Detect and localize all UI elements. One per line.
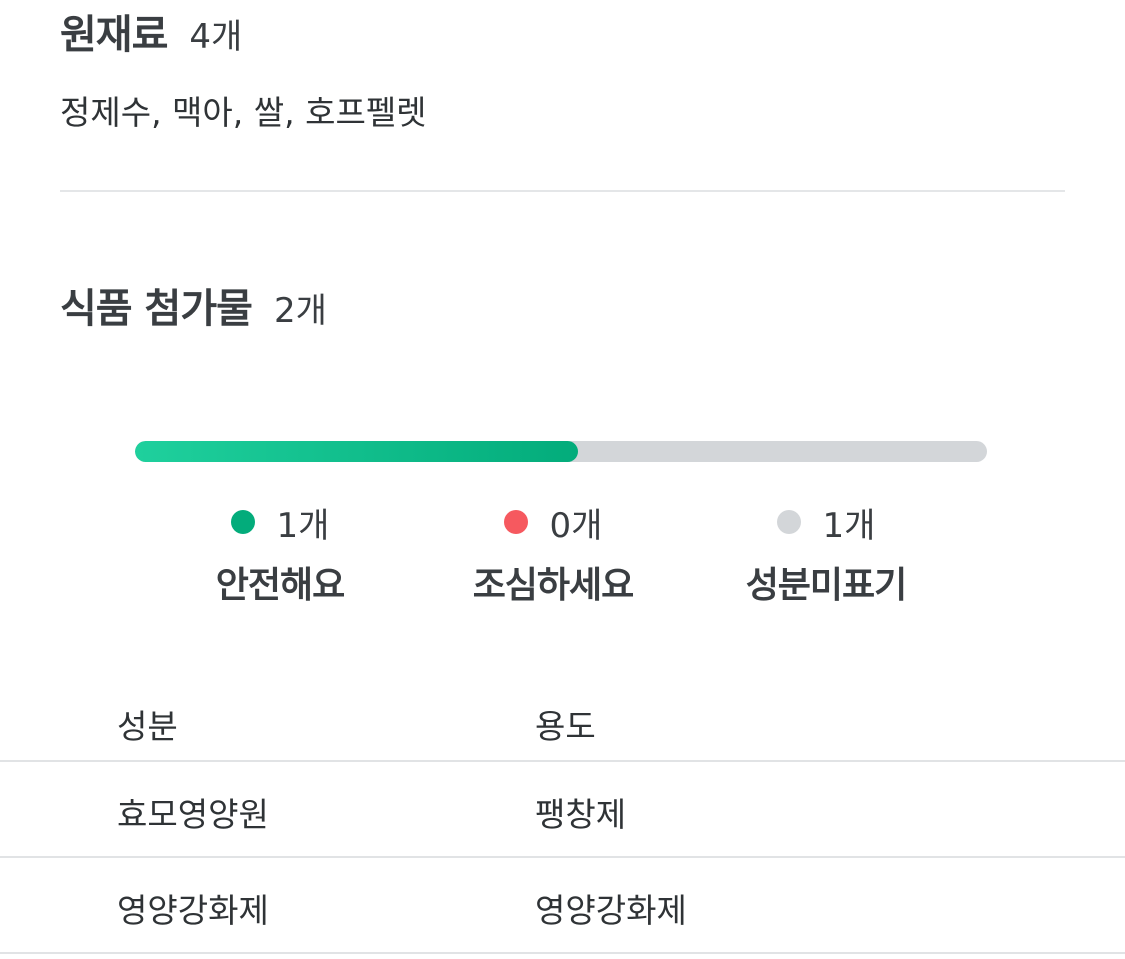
additives-count: 2개 xyxy=(273,291,327,331)
ingredient-name: 영양강화제 xyxy=(117,891,269,930)
legend-safe: 1개 안전해요 xyxy=(160,500,400,608)
ingredients-header: 원재료 4개 xyxy=(60,2,242,60)
caution-dot-icon xyxy=(503,510,528,534)
legend-unknown: 1개 성분미표기 xyxy=(706,500,946,608)
table-header-row: 성분 용도 xyxy=(0,690,1125,762)
ingredient-usage: 영양강화제 xyxy=(535,891,687,930)
safe-dot-icon xyxy=(230,510,255,534)
safe-count: 1개 xyxy=(276,505,330,546)
ingredients-count: 4개 xyxy=(189,17,243,57)
column-header-ingredient: 성분 xyxy=(117,707,178,746)
ingredients-title: 원재료 xyxy=(60,12,168,58)
legend-caution: 0개 조심하세요 xyxy=(433,500,673,608)
table-row[interactable]: 효모영양원 팽창제 xyxy=(0,762,1125,858)
unknown-label: 성분미표기 xyxy=(745,565,908,606)
additives-title: 식품 첨가물 xyxy=(60,286,253,332)
ingredient-name: 효모영양원 xyxy=(117,795,269,834)
safe-label: 안전해요 xyxy=(215,565,345,606)
additives-header: 식품 첨가물 2개 xyxy=(60,276,327,334)
caution-count: 0개 xyxy=(549,505,603,546)
unknown-dot-icon xyxy=(776,510,801,534)
ingredient-usage: 팽창제 xyxy=(535,795,627,834)
unknown-count: 1개 xyxy=(822,505,876,546)
caution-label: 조심하세요 xyxy=(472,565,635,606)
safety-ratio-fill xyxy=(135,441,579,462)
column-header-usage: 용도 xyxy=(535,707,596,746)
ingredients-list: 정제수, 맥아, 쌀, 호프펠렛 xyxy=(60,93,427,132)
additives-table: 성분 용도 효모영양원 팽창제 영양강화제 영양강화제 xyxy=(0,690,1125,954)
table-row[interactable]: 영양강화제 영양강화제 xyxy=(0,858,1125,954)
safety-ratio-bar xyxy=(135,441,987,462)
section-divider xyxy=(60,190,1065,192)
